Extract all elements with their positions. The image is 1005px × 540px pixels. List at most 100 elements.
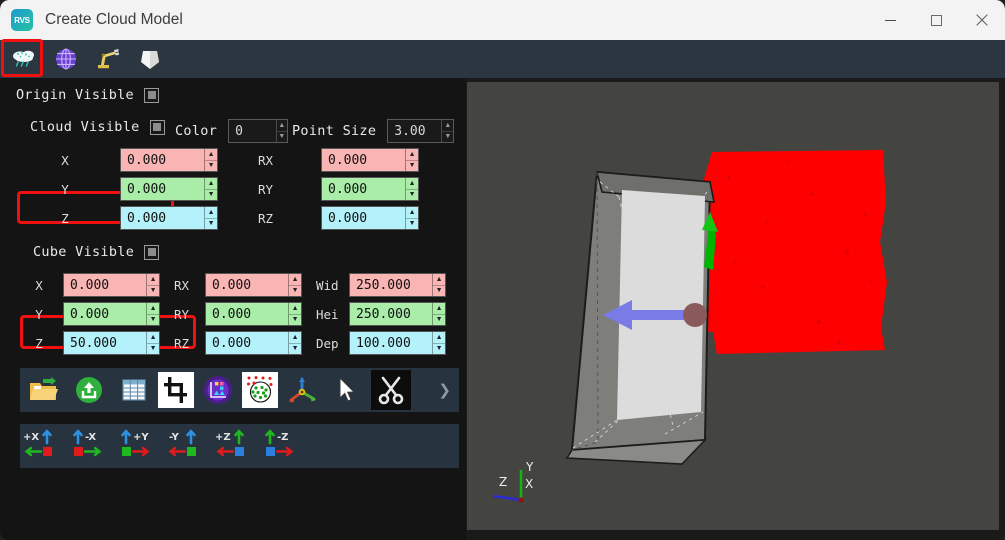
cloud-field-x: X ▲▼ <box>56 148 218 172</box>
cube-field-dep-label: Dep <box>316 335 339 351</box>
cube-field-rx: RX ▲▼ <box>174 273 302 297</box>
cloud-field-x-label: X <box>61 152 69 168</box>
scene-render: Y X Z <box>492 150 887 503</box>
cloud-field-y-arrows[interactable]: ▲ ▼ <box>204 178 217 200</box>
app-logo: RVS <box>11 9 33 31</box>
tab-grid[interactable] <box>49 44 83 74</box>
chart-plot-icon <box>204 376 232 404</box>
cloud-point-size-arrows[interactable]: ▲ ▼ <box>441 120 454 142</box>
window-controls <box>867 0 1005 40</box>
cube-field-rx-spinbox[interactable]: ▲▼ <box>205 273 302 297</box>
cube-field-ry-input <box>206 303 289 325</box>
cloud-field-rx-arrows[interactable]: ▲ ▼ <box>405 149 418 171</box>
axis-view-toolbar: +X -X +Y -Y +Z -Z <box>20 424 459 468</box>
cloud-field-z-spinbox[interactable]: ▲▼ <box>120 206 218 230</box>
tool-cut[interactable] <box>371 370 411 410</box>
cube-field-z-input <box>64 332 147 354</box>
tool-chart[interactable] <box>197 369 239 411</box>
tool-toolbar: ❯ <box>20 368 459 412</box>
cloud-field-rx-spinbox[interactable]: ▲▼ <box>321 148 419 172</box>
cloud-color-arrows[interactable]: ▲ ▼ <box>275 120 288 142</box>
cube-field-x-spinbox[interactable]: ▲▼ <box>63 273 160 297</box>
cube-visible-label: Cube Visible <box>33 244 135 260</box>
cloud-color-label: Color <box>175 123 218 139</box>
close-button[interactable] <box>959 0 1005 40</box>
cube-field-y-spinbox[interactable]: ▲▼ <box>63 302 160 326</box>
minimize-button[interactable] <box>867 0 913 40</box>
3d-viewport[interactable]: Y X Z <box>467 82 999 530</box>
cloud-point-size-input <box>388 120 442 142</box>
cube-field-wid-spinbox[interactable]: ▲▼ <box>349 273 446 297</box>
arrow-cursor-icon <box>339 377 356 402</box>
cube-field-y-input <box>64 303 147 325</box>
cube-field-dep-arrows[interactable]: ▲ ▼ <box>432 332 445 354</box>
cube-field-rz: RZ ▲▼ <box>174 331 302 355</box>
cube-field-y-arrows[interactable]: ▲ ▼ <box>146 303 159 325</box>
toolbar-overflow-chevron[interactable]: ❯ <box>438 381 451 399</box>
cloud-field-y-spinbox[interactable]: ▲▼ <box>120 177 218 201</box>
tool-axes[interactable] <box>281 369 323 411</box>
maximize-button[interactable] <box>913 0 959 40</box>
cube-field-hei-arrows[interactable]: ▲ ▼ <box>432 303 445 325</box>
cube-field-rx-arrows[interactable]: ▲ ▼ <box>288 274 301 296</box>
cloud-field-ry: RY ▲▼ <box>258 177 419 201</box>
cube-field-x-label: X <box>35 277 43 293</box>
cube-field-z: Z ▲▼ <box>32 331 160 355</box>
tool-export[interactable] <box>68 369 110 411</box>
cloud-field-x-arrows[interactable]: ▲ ▼ <box>204 149 217 171</box>
cube-field-rz-spinbox[interactable]: ▲▼ <box>205 331 302 355</box>
tab-point-cloud[interactable] <box>7 44 41 74</box>
axis-button-view-minus-z[interactable]: -Z <box>260 428 308 464</box>
axis-button-view-plus-x[interactable]: +X <box>20 428 68 464</box>
tool-table[interactable] <box>113 369 155 411</box>
view-minus-y-icon: -Y <box>168 429 196 457</box>
cube-field-ry-spinbox[interactable]: ▲▼ <box>205 302 302 326</box>
axis-gizmo: Y X Z <box>492 460 534 503</box>
tool-cluster[interactable] <box>242 372 278 408</box>
view-plus-z-icon: +Z <box>215 429 244 457</box>
cloud-field-y: Y ▲▼ <box>56 177 218 201</box>
cloud-field-rz-arrows[interactable]: ▲ ▼ <box>405 207 418 229</box>
cube-field-rz-arrows[interactable]: ▲ ▼ <box>288 332 301 354</box>
axis-button-view-plus-z[interactable]: +Z <box>212 428 260 464</box>
cloud-field-rz-spinbox[interactable]: ▲▼ <box>321 206 419 230</box>
cloud-color-spinbox[interactable]: ▲▼ <box>228 119 289 143</box>
cloud-field-z-arrows[interactable]: ▲ ▼ <box>204 207 217 229</box>
cloud-color-row: Color ▲▼ <box>175 119 289 143</box>
tab-mesh[interactable] <box>133 44 167 74</box>
grid-globe-icon <box>56 48 76 70</box>
axis-button-view-minus-y[interactable]: -Y <box>164 428 212 464</box>
cube-field-ry-label: RY <box>174 306 190 322</box>
cube-field-z-spinbox[interactable]: ▲▼ <box>63 331 160 355</box>
origin-visible-checkbox[interactable] <box>144 87 159 103</box>
window-title: Create Cloud Model <box>45 11 183 28</box>
tab-robot[interactable] <box>91 44 125 74</box>
axis-gizmo-x-label: X <box>525 477 533 491</box>
axis-button-view-plus-y[interactable]: +Y <box>116 428 164 464</box>
cube-field-hei-spinbox[interactable]: ▲▼ <box>349 302 446 326</box>
cube-field-rz-input <box>206 332 289 354</box>
cloud-point-size-spinbox[interactable]: ▲▼ <box>387 119 455 143</box>
cloud-field-ry-arrows[interactable]: ▲ ▼ <box>405 178 418 200</box>
tool-crop[interactable] <box>158 372 194 408</box>
cube-field-ry-arrows[interactable]: ▲ ▼ <box>288 303 301 325</box>
cloud-field-x-spinbox[interactable]: ▲▼ <box>120 148 218 172</box>
cloud-field-rz: RZ ▲▼ <box>258 206 419 230</box>
cloud-visible-checkbox[interactable] <box>149 119 165 135</box>
svg-text:+X: +X <box>23 432 39 443</box>
cube-field-wid-arrows[interactable]: ▲ ▼ <box>432 274 445 296</box>
axis-button-view-minus-x[interactable]: -X <box>68 428 116 464</box>
cloud-field-y-label: Y <box>61 181 69 197</box>
cube-field-z-arrows[interactable]: ▲ ▼ <box>146 332 159 354</box>
cloud-field-rx-input <box>322 149 406 171</box>
tool-open-folder[interactable] <box>23 369 65 411</box>
cloud-field-ry-spinbox[interactable]: ▲▼ <box>321 177 419 201</box>
cube-field-x-arrows[interactable]: ▲ ▼ <box>146 274 159 296</box>
title-bar: RVS Create Cloud Model <box>0 0 1005 40</box>
cube-field-dep-spinbox[interactable]: ▲▼ <box>349 331 446 355</box>
cube-visible-checkbox[interactable] <box>144 244 160 260</box>
scissors-icon <box>378 376 404 405</box>
tool-select-cursor[interactable] <box>326 369 368 411</box>
cube-field-x: X ▲▼ <box>32 273 160 297</box>
cube-field-rx-label: RX <box>174 277 190 293</box>
